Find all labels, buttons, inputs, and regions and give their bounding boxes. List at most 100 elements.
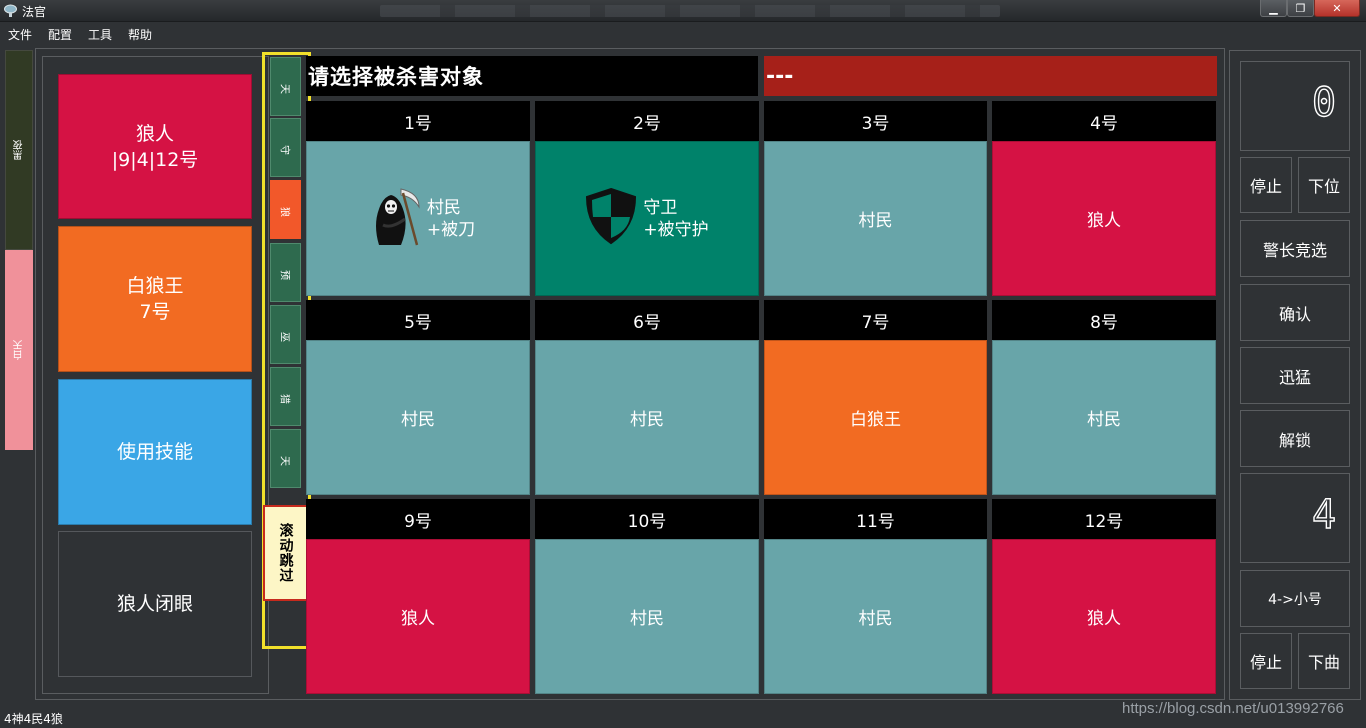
player-role: 村民 — [858, 609, 893, 629]
player-card-3[interactable]: 村民 — [764, 141, 987, 296]
player-status-note: +被守护 — [643, 219, 709, 240]
prompt-bar: 请选择被杀害对象 — [306, 56, 758, 96]
confirm-button[interactable]: 确认 — [1240, 284, 1350, 341]
player-role: 狼人 — [401, 609, 435, 629]
scroll-skip-button[interactable]: 滚动跳过 — [263, 505, 308, 601]
role-tab-7[interactable]: 天 — [270, 429, 301, 488]
player-number: 8号 — [992, 300, 1216, 340]
blurred-tab-strip — [380, 5, 1000, 17]
menu-config[interactable]: 配置 — [48, 26, 72, 43]
window-title: 法官 — [22, 5, 47, 19]
to-small-number-button[interactable]: 4->小号 — [1240, 570, 1350, 627]
next-song-button[interactable]: 下曲 — [1298, 633, 1350, 689]
wolf-group-players: |9|4|12号 — [111, 148, 199, 171]
wolf-close-eyes-button[interactable]: 狼人闭眼 — [58, 531, 252, 677]
player-role: 村民 — [858, 211, 893, 231]
scroll-skip-label: 滚动跳过 — [277, 523, 294, 583]
player-number: 12号 — [992, 499, 1216, 539]
counter-top-value: 0 — [1313, 82, 1335, 120]
close-eyes-label: 狼人闭眼 — [116, 593, 193, 615]
menu-file[interactable]: 文件 — [8, 26, 32, 43]
player-card-8[interactable]: 村民 — [992, 340, 1216, 495]
unlock-button[interactable]: 解锁 — [1240, 410, 1350, 467]
confirm-label: 确认 — [1278, 304, 1311, 324]
minimize-button[interactable]: ▁ — [1260, 0, 1287, 17]
watermark-text: https://blog.csdn.net/u013992766 — [1122, 700, 1344, 717]
role-tab-5[interactable]: 巫 — [270, 305, 301, 364]
player-role: 白狼王 — [850, 410, 901, 430]
role-tab-label: 守 — [280, 142, 291, 153]
tab-night[interactable]: 黑夜 — [5, 50, 33, 250]
role-tab-label: 猎 — [280, 391, 291, 402]
next-song-label: 下曲 — [1307, 653, 1340, 672]
white-wolf-name: 白狼王 — [126, 275, 184, 297]
menu-bar: 文件 配置 工具 帮助 — [0, 22, 1366, 44]
player-number: 4号 — [992, 101, 1216, 141]
role-tab-4[interactable]: 预 — [270, 243, 301, 302]
player-role: 狼人 — [1087, 211, 1121, 231]
seven-segment-digit: 0 — [1313, 82, 1335, 120]
player-card-11[interactable]: 村民 — [764, 539, 987, 694]
player-card-9[interactable]: 狼人 — [306, 539, 530, 694]
reaper-icon — [361, 185, 421, 252]
status-bar-red: --- — [764, 56, 1217, 96]
menu-tools[interactable]: 工具 — [88, 26, 112, 43]
status-bar-text: 4神4民4狼 — [4, 712, 63, 726]
fast-label: 迅猛 — [1278, 367, 1311, 387]
player-card-12[interactable]: 狼人 — [992, 539, 1216, 694]
menu-help[interactable]: 帮助 — [128, 26, 152, 43]
player-number: 10号 — [535, 499, 759, 539]
sheriff-election-button[interactable]: 警长竞选 — [1240, 220, 1350, 277]
counter-bottom-value: 4 — [1313, 494, 1335, 532]
role-tab-label: 巫 — [280, 329, 291, 340]
player-card-6[interactable]: 村民 — [535, 340, 759, 495]
stop-button-2[interactable]: 停止 — [1240, 633, 1292, 689]
player-number: 2号 — [535, 101, 759, 141]
role-tab-2[interactable]: 守 — [270, 118, 301, 177]
fast-button[interactable]: 迅猛 — [1240, 347, 1350, 404]
stop-label: 停止 — [1249, 653, 1282, 672]
player-role: 村民 — [630, 410, 664, 430]
tab-day[interactable]: 白天 — [5, 250, 33, 450]
sheriff-election-label: 警长竞选 — [1262, 240, 1327, 260]
tab-night-label: 黑夜 — [13, 140, 25, 160]
wolf-group-button[interactable]: 狼人 |9|4|12号 — [58, 74, 252, 219]
player-number: 6号 — [535, 300, 759, 340]
player-role: 村民 — [630, 609, 664, 629]
restore-icon: ❐ — [1295, 1, 1306, 15]
lower-position-button[interactable]: 下位 — [1298, 157, 1350, 213]
player-card-1[interactable]: 村民 +被刀 — [306, 141, 530, 296]
player-card-7[interactable]: 白狼王 — [764, 340, 987, 495]
player-number: 3号 — [764, 101, 987, 141]
player-role: 村民 — [426, 197, 461, 218]
wolf-group-name: 狼人 — [135, 122, 174, 145]
player-card-4[interactable]: 狼人 — [992, 141, 1216, 296]
role-tab-label: 天 — [280, 453, 291, 464]
player-card-10[interactable]: 村民 — [535, 539, 759, 694]
maximize-button[interactable]: ❐ — [1287, 0, 1314, 17]
use-skill-button[interactable]: 使用技能 — [58, 379, 252, 525]
counter-display-top: 0 — [1240, 61, 1350, 151]
player-card-5[interactable]: 村民 — [306, 340, 530, 495]
close-button[interactable]: ✕ — [1314, 0, 1360, 17]
role-tab-3[interactable]: 狼 — [270, 180, 301, 239]
seven-segment-digit: 4 — [1313, 494, 1335, 532]
role-tab-label: 天 — [280, 81, 291, 92]
use-skill-label: 使用技能 — [116, 441, 193, 463]
close-icon: ✕ — [1332, 1, 1342, 15]
player-role: 村民 — [1087, 410, 1121, 430]
player-role: 村民 — [401, 410, 435, 430]
player-number: 9号 — [306, 499, 530, 539]
role-tab-6[interactable]: 猎 — [270, 367, 301, 426]
app-icon — [3, 3, 18, 18]
player-card-2[interactable]: 守卫 +被守护 — [535, 141, 759, 296]
minimize-icon: ▁ — [1269, 1, 1278, 15]
role-tab-1[interactable]: 天 — [270, 57, 301, 116]
player-number: 7号 — [764, 300, 987, 340]
player-status-note: +被刀 — [426, 219, 476, 240]
stop-button-1[interactable]: 停止 — [1240, 157, 1292, 213]
tab-day-label: 白天 — [13, 340, 25, 360]
player-number: 5号 — [306, 300, 530, 340]
player-number: 1号 — [306, 101, 530, 141]
white-wolf-button[interactable]: 白狼王 7号 — [58, 226, 252, 372]
